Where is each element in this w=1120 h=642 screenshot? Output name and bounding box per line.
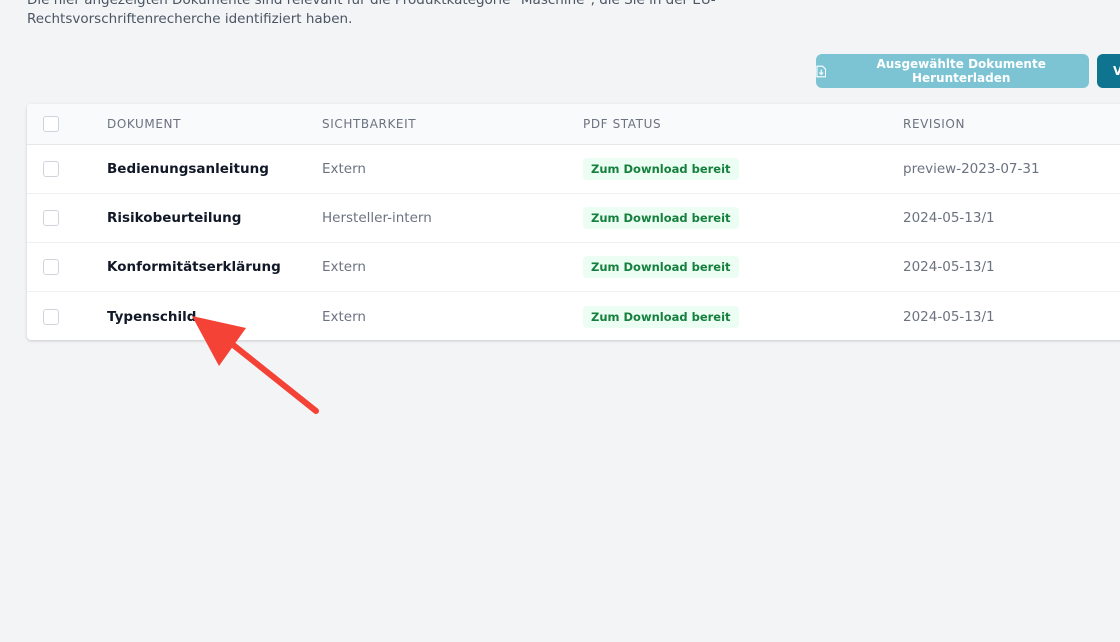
visibility-value: Extern [322,308,366,325]
revision-value: 2024-05-13/1 [903,259,995,275]
document-name[interactable]: Konformitätserklärung [107,243,281,291]
documents-table: DOKUMENT SICHTBARKEIT PDF STATUS REVISIO… [27,104,1120,340]
download-selected-label: Ausgewählte Dokumente Herunterladen [876,57,1046,85]
download-selected-button[interactable]: Ausgewählte Dokumente Herunterladen [816,54,1089,88]
table-row[interactable]: Bedienungsanleitung Extern Zum Download … [27,145,1120,194]
table-row[interactable]: Konformitätserklärung Extern Zum Downloa… [27,243,1120,292]
document-name[interactable]: Typenschild [107,292,196,341]
status-badge: Zum Download bereit [583,158,739,180]
table-row[interactable]: Typenschild Extern Zum Download bereit 2… [27,292,1120,341]
table-row[interactable]: Risikobeurteilung Hersteller-intern Zum … [27,194,1120,243]
intro-text: Die hier angezeigten Dokumente sind rele… [27,0,727,29]
intro-line-2: Rechtsvorschriftenrecherche identifizier… [27,11,353,27]
revision-value: 2024-05-13/1 [903,308,995,325]
status-badge: Zum Download bereit [583,305,739,328]
row-checkbox[interactable] [43,161,59,177]
revision-value: 2024-05-13/1 [903,210,995,226]
table-header: DOKUMENT SICHTBARKEIT PDF STATUS REVISIO… [27,104,1120,145]
visibility-value: Hersteller-intern [322,210,432,226]
visibility-value: Extern [322,161,366,177]
column-header-revision[interactable]: REVISION [903,104,965,144]
column-header-document[interactable]: DOKUMENT [107,104,181,144]
secondary-action-button[interactable]: V [1097,54,1120,88]
revision-value: preview-2023-07-31 [903,161,1040,177]
status-badge: Zum Download bereit [583,256,739,278]
select-all-checkbox[interactable] [43,116,59,132]
intro-line-1: Die hier angezeigten Dokumente sind rele… [27,0,716,8]
status-badge: Zum Download bereit [583,207,739,229]
visibility-value: Extern [322,259,366,275]
row-checkbox[interactable] [43,210,59,226]
download-file-icon [816,65,827,77]
row-checkbox[interactable] [43,259,59,275]
document-name[interactable]: Bedienungsanleitung [107,145,269,193]
row-checkbox[interactable] [43,308,59,325]
column-header-visibility[interactable]: SICHTBARKEIT [322,104,416,144]
document-name[interactable]: Risikobeurteilung [107,194,241,242]
column-header-pdf-status[interactable]: PDF STATUS [583,104,661,144]
